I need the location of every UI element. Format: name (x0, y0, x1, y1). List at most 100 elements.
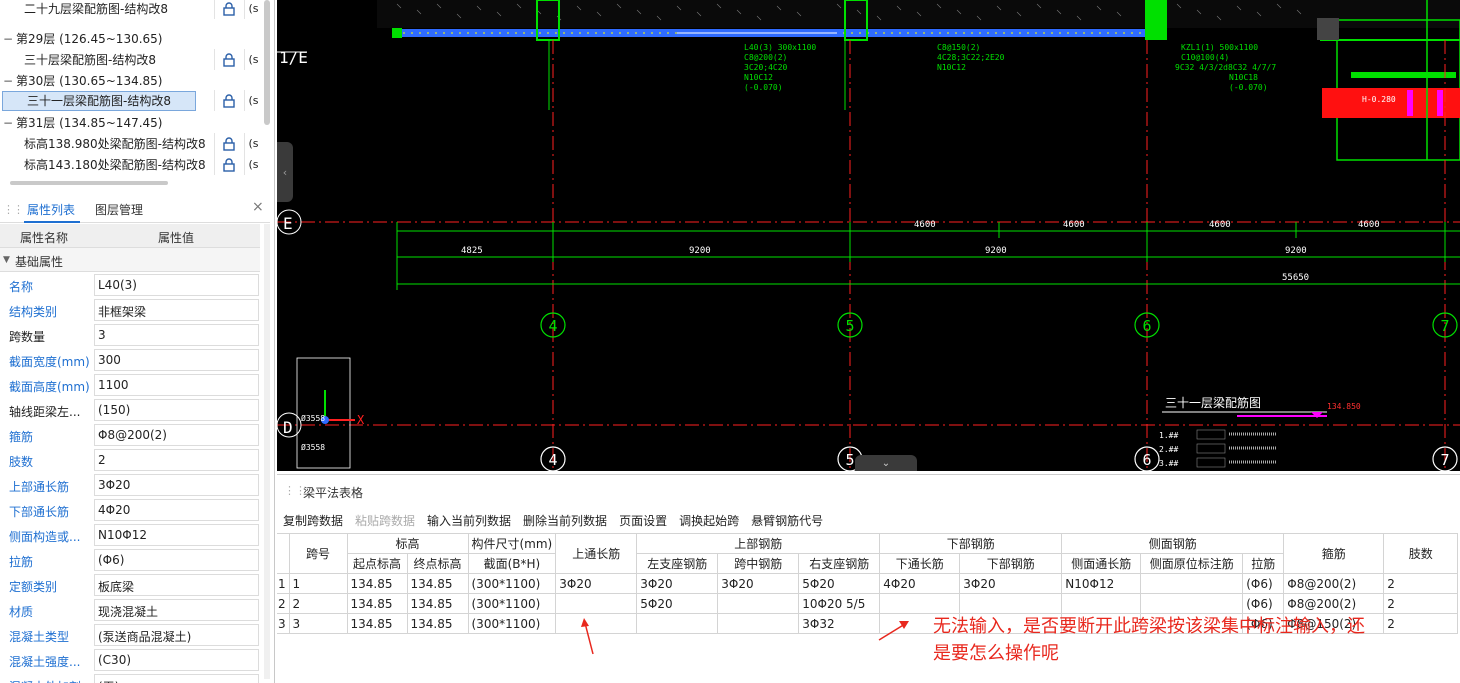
cad-drawing-canvas[interactable]: 4600 4600 4600 4600 4825 9200 9200 9200 … (277, 0, 1460, 471)
property-row[interactable]: 拉筋 (Φ6) (0, 548, 260, 573)
collapse-panel-left-icon[interactable]: ‹ (277, 142, 293, 202)
collapse-panel-bottom-icon[interactable]: ⌄ (855, 455, 917, 471)
lock-icon[interactable] (214, 90, 242, 111)
property-value-field[interactable]: (C30) (94, 649, 259, 671)
table-cell-low-through[interactable]: 4Φ20 (879, 573, 961, 594)
visibility-icon[interactable]: (s (244, 154, 262, 175)
toolbar-button[interactable]: 悬臂钢筋代号 (751, 512, 823, 530)
property-row[interactable]: 轴线距梁左... (150) (0, 398, 260, 423)
toolbar-button[interactable]: 页面设置 (619, 512, 667, 530)
table-cell-right[interactable]: 10Φ20 5/5 (798, 593, 881, 614)
table-cell-end[interactable]: 134.85 (406, 613, 469, 634)
visibility-icon[interactable]: (s (244, 133, 262, 154)
property-row[interactable]: 肢数 2 (0, 448, 260, 473)
tree-scrollbar[interactable] (264, 0, 270, 125)
property-row[interactable]: 箍筋 Φ8@200(2) (0, 423, 260, 448)
property-value-field[interactable]: 3Φ20 (94, 474, 259, 496)
close-icon[interactable]: × (252, 199, 264, 215)
property-value-field[interactable]: L40(3) (94, 274, 259, 296)
property-row[interactable]: 材质 现浇混凝土 (0, 598, 260, 623)
table-cell-mid[interactable] (717, 613, 800, 634)
table-cell-tie[interactable]: (Φ6) (1242, 593, 1285, 614)
table-cell-section[interactable]: (300*1100) (467, 593, 557, 614)
table-cell-stirrup[interactable]: Φ8@200(2) (1283, 573, 1385, 594)
toolbar-button[interactable]: 粘贴跨数据 (355, 512, 415, 530)
tree-floor[interactable]: − 第31层 (134.85~147.45) (0, 112, 264, 133)
property-value-field[interactable]: 3 (94, 324, 259, 346)
table-cell-side[interactable]: N10Φ12 (1061, 573, 1142, 594)
visibility-icon[interactable]: (s (244, 90, 262, 111)
property-value-field[interactable]: 板底梁 (94, 574, 259, 596)
tab-attributes[interactable]: 属性列表 (27, 201, 75, 218)
property-row[interactable]: 名称 L40(3) (0, 273, 260, 298)
toolbar-button[interactable]: 调换起始跨 (679, 512, 739, 530)
tree-floor[interactable]: − 第30层 (130.65~134.85) (0, 70, 264, 91)
tree-floor[interactable]: − 第29层 (126.45~130.65) (0, 28, 264, 49)
table-cell-right[interactable]: 5Φ20 (798, 573, 881, 594)
property-value-field[interactable]: 非框架梁 (94, 299, 259, 321)
property-row[interactable]: 定额类别 板底梁 (0, 573, 260, 598)
table-cell-end[interactable]: 134.85 (406, 593, 469, 614)
property-value-field[interactable]: (泵送商品混凝土) (94, 624, 259, 646)
property-value-field[interactable]: (150) (94, 399, 259, 421)
table-cell-tie[interactable]: (Φ6) (1242, 573, 1285, 594)
property-row[interactable]: 截面高度(mm) 1100 (0, 373, 260, 398)
collapse-icon[interactable]: ▼ (3, 255, 10, 265)
lock-icon[interactable] (214, 133, 242, 154)
table-cell-left[interactable]: 3Φ20 (636, 573, 719, 594)
table-cell-start[interactable]: 134.85 (346, 593, 408, 614)
property-row[interactable]: 混凝土强度... (C30) (0, 648, 260, 673)
property-row[interactable]: 侧面构造或... N10Φ12 (0, 523, 260, 548)
property-value-field[interactable]: (Φ6) (94, 549, 259, 571)
table-cell-section[interactable]: (300*1100) (467, 613, 557, 634)
table-row[interactable]: 2 2 134.85 134.85 (300*1100) 5Φ20 10Φ20 5/5 (Φ6… (277, 593, 1459, 614)
collapse-icon[interactable]: − (2, 74, 14, 88)
table-cell-left[interactable] (636, 613, 719, 634)
property-value-field[interactable]: 现浇混凝土 (94, 599, 259, 621)
table-cell-stirrup[interactable]: Φ8@200(2) (1283, 593, 1385, 614)
lock-icon[interactable] (214, 154, 242, 175)
tab-layers[interactable]: 图层管理 (95, 201, 143, 218)
toolbar-button[interactable]: 复制跨数据 (283, 512, 343, 530)
property-value-field[interactable]: 2 (94, 449, 259, 471)
table-cell-mid[interactable]: 3Φ20 (717, 573, 800, 594)
visibility-icon[interactable]: (s (244, 0, 262, 19)
property-value-field[interactable]: 300 (94, 349, 259, 371)
table-cell-side-orig[interactable] (1140, 593, 1244, 614)
property-row[interactable]: 上部通长筋 3Φ20 (0, 473, 260, 498)
props-group[interactable]: ▼ 基础属性 (0, 248, 260, 272)
visibility-icon[interactable]: (s (244, 49, 262, 70)
property-row[interactable]: 结构类别 非框架梁 (0, 298, 260, 323)
table-cell-end[interactable]: 134.85 (406, 573, 469, 594)
collapse-icon[interactable]: − (2, 32, 14, 46)
table-cell-left[interactable]: 5Φ20 (636, 593, 719, 614)
table-cell-legs[interactable]: 2 (1383, 573, 1459, 594)
table-cell-mid[interactable] (717, 593, 800, 614)
table-cell-legs[interactable]: 2 (1383, 593, 1459, 614)
table-cell-low[interactable] (959, 593, 1063, 614)
drag-handle-icon[interactable]: ⋮⋮ (3, 203, 24, 216)
property-row[interactable]: 混凝土类型 (泵送商品混凝土) (0, 623, 260, 648)
lock-icon[interactable] (214, 0, 242, 19)
collapse-icon[interactable]: − (2, 116, 14, 130)
property-value-field[interactable]: 4Φ20 (94, 499, 259, 521)
table-cell-span[interactable]: 3 (288, 613, 348, 634)
property-row[interactable]: 下部通长筋 4Φ20 (0, 498, 260, 523)
tree-hscrollbar[interactable] (10, 181, 168, 185)
table-cell-top[interactable]: 3Φ20 (555, 573, 638, 594)
property-value-field[interactable]: Φ8@200(2) (94, 424, 259, 446)
props-scrollbar[interactable] (264, 224, 270, 679)
property-value-field[interactable]: (无) (94, 674, 259, 683)
table-cell-section[interactable]: (300*1100) (467, 573, 557, 594)
table-cell-side[interactable] (1061, 593, 1142, 614)
property-value-field[interactable]: N10Φ12 (94, 524, 259, 546)
table-cell-span[interactable]: 1 (288, 573, 348, 594)
table-cell-low-through[interactable] (879, 593, 961, 614)
table-cell-start[interactable]: 134.85 (346, 613, 408, 634)
toolbar-button[interactable]: 输入当前列数据 (427, 512, 511, 530)
table-cell-top[interactable] (555, 593, 638, 614)
toolbar-button[interactable]: 删除当前列数据 (523, 512, 607, 530)
table-cell-right[interactable]: 3Φ32 (798, 613, 881, 634)
property-value-field[interactable]: 1100 (94, 374, 259, 396)
property-row[interactable]: 混凝土外加剂 (无) (0, 673, 260, 683)
